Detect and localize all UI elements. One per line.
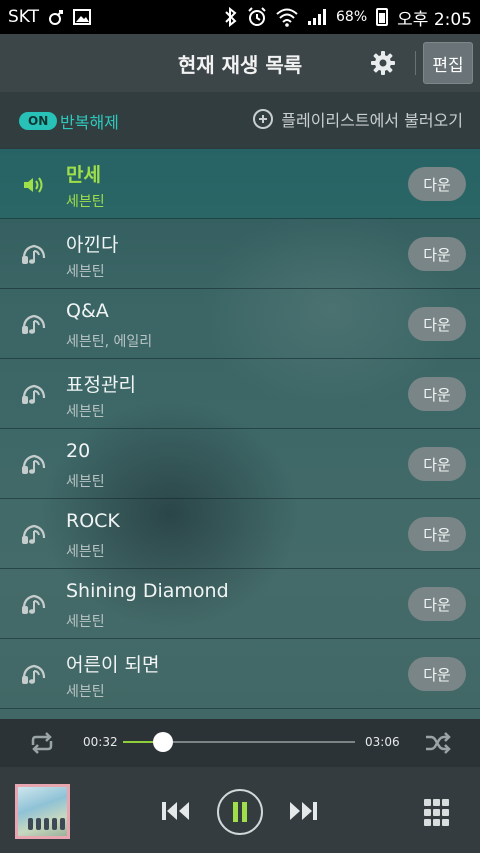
track-title: 만세 — [66, 164, 101, 186]
track-row[interactable]: ROCK 세븐틴 다운 — [0, 499, 480, 569]
next-icon — [290, 802, 317, 820]
seek-thumb[interactable] — [152, 732, 173, 752]
track-artist: 세븐틴 — [66, 614, 105, 630]
bluetooth-icon — [224, 7, 238, 27]
repeat-toggle[interactable]: ON — [19, 112, 58, 130]
track-row[interactable]: 20 세븐틴 다운 — [0, 429, 480, 499]
load-playlist-label: 플레이리스트에서 불러오기 — [281, 111, 463, 130]
track-artist: 세븐틴 — [66, 544, 105, 560]
track-list[interactable]: 만세 세븐틴 다운 아낀다 세븐틴 다운 Q&A 세븐틴, 에일리 다운 표정관리 세븐틴 다운 20 세… — [0, 149, 480, 719]
option-bar: ON 반복해제 플레이리스트에서 불러오기 — [0, 92, 480, 148]
download-button[interactable]: 다운 — [408, 237, 466, 271]
track-row[interactable]: 어른이 되면세븐틴 다운 — [0, 639, 480, 709]
track-title: 표정관리 — [66, 374, 136, 396]
download-button[interactable]: 다운 — [408, 307, 466, 341]
track-artist: 세븐틴, 에일리 — [66, 334, 153, 350]
track-title: 아낀다 — [66, 234, 119, 256]
track-row[interactable]: Shining Diamond 세븐틴 다운 — [0, 569, 480, 639]
track-title: ROCK — [66, 510, 120, 532]
status-bar: SKT 68% 오후 2:05 — [0, 0, 480, 34]
download-button[interactable]: 다운 — [408, 587, 466, 621]
battery-percent: 68% — [336, 9, 368, 25]
headphone-note-icon — [21, 243, 47, 267]
track-title: Shining Diamond — [66, 580, 229, 602]
track-artist: 세븐틴 — [66, 264, 105, 280]
pause-button[interactable] — [217, 789, 263, 835]
status-left: SKT — [8, 7, 92, 27]
headphone-note-icon — [21, 663, 47, 687]
download-button[interactable]: 다운 — [408, 657, 466, 691]
carrier-label: SKT — [8, 7, 40, 27]
track-title: 20 — [66, 440, 91, 462]
shuffle-icon[interactable] — [424, 731, 452, 755]
seek-bar[interactable] — [123, 732, 355, 752]
track-row[interactable]: 아낀다세븐틴 다운 — [0, 219, 480, 289]
repeat-icon[interactable] — [28, 731, 56, 755]
track-artist: 세븐틴 — [66, 474, 105, 490]
track-artist: 세븐틴 — [66, 404, 105, 420]
download-button[interactable]: 다운 — [408, 167, 466, 201]
next-button[interactable] — [283, 794, 323, 828]
battery-icon — [376, 8, 389, 26]
previous-button[interactable] — [156, 794, 196, 828]
add-circle-icon — [253, 109, 274, 129]
headphone-note-icon — [21, 523, 47, 547]
total-time: 03:06 — [365, 735, 400, 749]
gallery-icon — [73, 8, 92, 26]
wifi-icon — [276, 7, 298, 27]
status-right: 68% 오후 2:05 — [224, 5, 472, 30]
header: 현재 재생 목록 편집 — [0, 34, 480, 92]
header-divider — [415, 51, 416, 75]
download-button[interactable]: 다운 — [408, 377, 466, 411]
track-row[interactable]: 표정관리세븐틴 다운 — [0, 359, 480, 429]
headphone-note-icon — [21, 313, 47, 337]
track-artist: 세븐틴 — [66, 194, 105, 210]
track-row[interactable]: 만세세븐틴 다운 — [0, 149, 480, 219]
progress-bar: 00:32 03:06 — [0, 719, 480, 767]
player-bar — [0, 767, 480, 853]
clock: 오후 2:05 — [397, 9, 472, 30]
page-title: 현재 재생 목록 — [177, 52, 303, 77]
download-button[interactable]: 다운 — [408, 447, 466, 481]
album-art[interactable] — [15, 784, 70, 839]
notification-icon — [47, 8, 65, 26]
current-time: 00:32 — [83, 735, 118, 749]
menu-grid-icon[interactable] — [422, 798, 450, 826]
repeat-label[interactable]: 반복해제 — [60, 109, 119, 133]
track-artist: 세븐틴 — [66, 684, 105, 700]
load-playlist-button[interactable]: 플레이리스트에서 불러오기 — [253, 107, 463, 131]
headphone-note-icon — [21, 593, 47, 617]
speaker-icon — [21, 173, 47, 197]
gear-icon[interactable] — [368, 48, 398, 78]
signal-icon — [307, 8, 327, 26]
edit-button[interactable]: 편집 — [423, 42, 473, 84]
pause-icon — [233, 802, 238, 822]
track-title: Q&A — [66, 300, 109, 322]
headphone-note-icon — [21, 453, 47, 477]
track-title: 어른이 되면 — [66, 654, 160, 676]
download-button[interactable]: 다운 — [408, 517, 466, 551]
pause-icon-bar — [242, 802, 247, 822]
previous-icon — [162, 802, 189, 820]
headphone-note-icon — [21, 383, 47, 407]
track-row[interactable]: Q&A 세븐틴, 에일리 다운 — [0, 289, 480, 359]
alarm-icon — [247, 7, 267, 27]
